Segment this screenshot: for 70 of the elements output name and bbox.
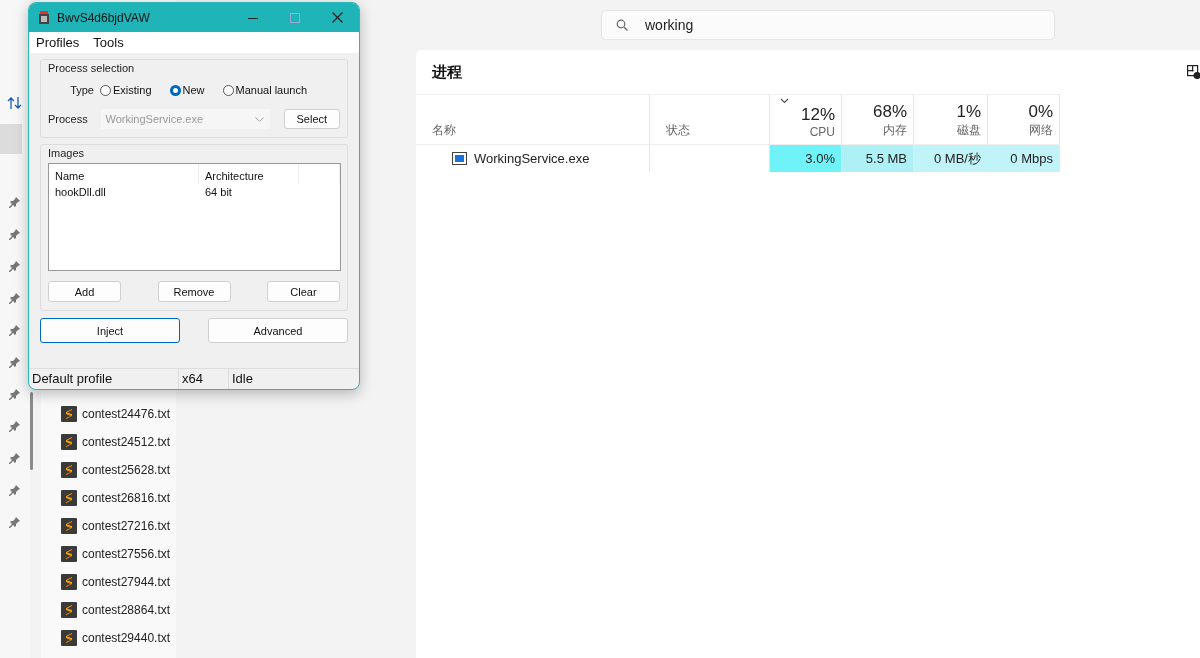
pin-icon[interactable] — [9, 324, 21, 336]
file-icon — [61, 602, 77, 618]
pin-icon[interactable] — [9, 196, 21, 208]
status-text: Idle — [231, 370, 254, 388]
image-action-button[interactable]: Add — [48, 281, 121, 302]
file-icon — [61, 490, 77, 506]
file-icon — [61, 546, 77, 562]
select-button[interactable]: Select — [283, 109, 340, 129]
pin-icon[interactable] — [9, 420, 21, 432]
process-name[interactable]: WorkingService.exe — [474, 151, 590, 166]
image-list[interactable]: Name Architecture hookDll.dll 64 bit — [48, 163, 341, 271]
field-label: Type — [69, 84, 94, 96]
table-cell: 5.5 MB — [842, 144, 914, 172]
field-label: Process — [48, 113, 89, 125]
menu-item[interactable]: Tools — [93, 35, 124, 50]
pin-icon[interactable] — [9, 228, 21, 240]
action-button[interactable]: Advanced — [208, 318, 348, 343]
pin-icon[interactable] — [9, 484, 21, 496]
radio-option[interactable]: New — [169, 84, 205, 96]
file-icon — [61, 462, 77, 478]
section-title: 进程 — [432, 62, 462, 82]
pin-icon[interactable] — [9, 452, 21, 464]
file-icon — [61, 434, 77, 450]
file-name[interactable]: contest27944.txt — [82, 575, 171, 589]
table-cell: 0 MB/秒 — [914, 144, 988, 172]
pin-icon[interactable] — [9, 260, 21, 272]
dropdown-caret-icon — [254, 116, 264, 122]
column-header[interactable]: 状态 — [650, 94, 770, 144]
table-cell: 0 Mbps — [988, 144, 1060, 172]
file-name[interactable]: contest24512.txt — [82, 435, 171, 449]
file-icon — [61, 630, 77, 646]
file-name[interactable]: contest27556.txt — [82, 547, 171, 561]
pin-icon[interactable] — [9, 516, 21, 528]
radio-option[interactable]: Manual launch — [222, 84, 308, 96]
group-label: Process selection — [48, 62, 136, 74]
sort-icon[interactable] — [7, 96, 23, 110]
status-text: Default profile — [29, 369, 179, 389]
file-name[interactable]: contest26816.txt — [82, 491, 171, 505]
search-icon — [616, 19, 628, 31]
file-icon — [61, 574, 77, 590]
pin-icon[interactable] — [9, 356, 21, 368]
pin-icon[interactable] — [9, 388, 21, 400]
list-column-header[interactable]: Architecture — [199, 164, 299, 184]
scrollbar[interactable] — [30, 392, 33, 470]
column-header[interactable]: 名称 — [416, 94, 650, 144]
list-cell-text: hookDll.dll — [54, 185, 107, 200]
add-column-icon[interactable] — [1187, 65, 1200, 79]
action-button[interactable]: Inject — [40, 318, 180, 343]
status-text: x64 — [179, 369, 229, 389]
file-name[interactable]: contest24476.txt — [82, 407, 171, 421]
file-name[interactable]: contest29440.txt — [82, 631, 171, 645]
group-label: Images — [48, 147, 86, 159]
file-name[interactable]: contest25628.txt — [82, 463, 171, 477]
image-action-button[interactable]: Remove — [157, 281, 231, 302]
list-column-header[interactable]: Name — [49, 164, 199, 184]
table-cell: 3.0% — [770, 144, 842, 172]
file-icon — [61, 518, 77, 534]
app-window-icon — [452, 152, 467, 165]
pin-icon[interactable] — [9, 292, 21, 304]
image-action-button[interactable]: Clear — [267, 281, 340, 302]
file-name[interactable]: contest28864.txt — [82, 603, 171, 617]
file-name[interactable]: contest27216.txt — [82, 519, 171, 533]
window-title: BwvS4d6bjdVAW — [57, 10, 151, 25]
close-icon[interactable] — [332, 12, 343, 23]
file-icon — [61, 406, 77, 422]
app-icon — [37, 9, 51, 26]
list-cell-text: 64 bit — [204, 185, 233, 200]
radio-option[interactable]: Existing — [100, 84, 152, 96]
search-field[interactable]: working — [601, 10, 1055, 40]
menu-item[interactable]: Profiles — [36, 35, 80, 50]
